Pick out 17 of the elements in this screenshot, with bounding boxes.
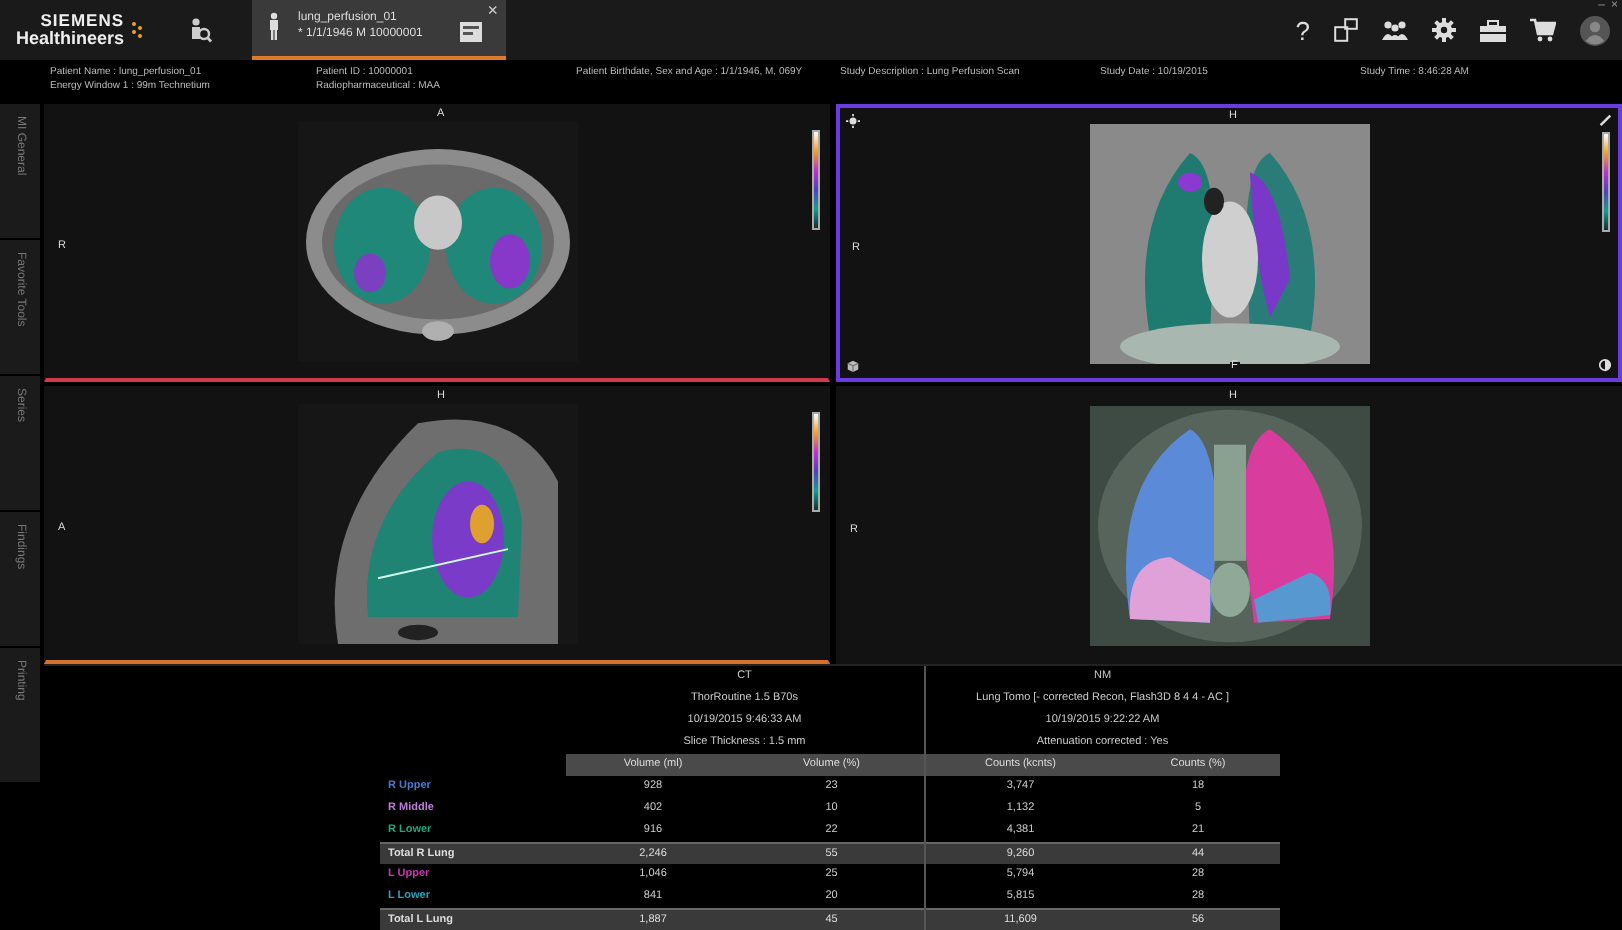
dots-icon (130, 20, 147, 40)
cart-icon[interactable] (1530, 18, 1556, 42)
help-button[interactable]: ? (1295, 17, 1310, 43)
pencil-icon[interactable] (1598, 112, 1612, 126)
cube-icon[interactable] (846, 358, 860, 372)
windows-icon[interactable] (1334, 18, 1358, 42)
logo: SIEMENS Healthineers (16, 12, 125, 48)
group-icon[interactable] (1382, 20, 1408, 40)
brightness-icon[interactable] (846, 114, 860, 128)
close-button[interactable]: × (487, 2, 498, 20)
person-icon (268, 12, 280, 40)
contrast-icon[interactable] (1598, 358, 1612, 372)
patient-search-icon[interactable] (188, 17, 212, 43)
monitor-icon[interactable] (460, 22, 483, 42)
gear-icon[interactable] (1432, 18, 1456, 42)
avatar-icon[interactable] (1580, 15, 1610, 45)
toolbox-icon[interactable] (1480, 19, 1506, 41)
